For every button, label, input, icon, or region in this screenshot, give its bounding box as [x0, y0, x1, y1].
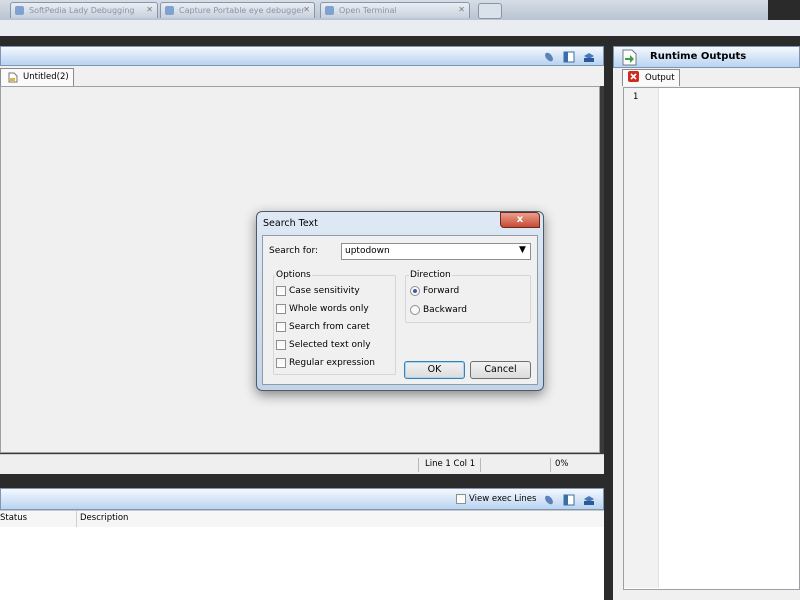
search-for-label: Search for:: [269, 246, 319, 256]
line-number: 1: [633, 92, 639, 102]
forward-label: Forward: [423, 286, 460, 296]
error-close-icon: [628, 71, 639, 82]
tab-label: Output: [645, 73, 675, 83]
direction-group: [405, 275, 531, 323]
forward-radio[interactable]: [410, 286, 420, 296]
browser-tab[interactable]: Open Terminal ✕: [320, 2, 470, 18]
runtime-outputs-title: Runtime Outputs: [650, 51, 747, 62]
editor-pane-header: [0, 46, 604, 66]
dialog-title: Search Text: [263, 218, 318, 229]
stack-icon[interactable]: [583, 494, 595, 506]
status-blank: [480, 458, 550, 472]
line-number-gutter: 1: [624, 88, 659, 588]
backward-radio[interactable]: [410, 305, 420, 315]
window-layout-icon[interactable]: [563, 51, 575, 63]
browser-tab-label: Open Terminal: [339, 6, 397, 15]
direction-group-title: Direction: [409, 270, 452, 280]
dropdown-arrow-icon[interactable]: ▼: [519, 245, 526, 255]
search-from-caret-label: Search from caret: [289, 322, 370, 332]
window-layout-icon[interactable]: [563, 494, 575, 506]
stack-icon[interactable]: [583, 51, 595, 63]
regular-expression-label: Regular expression: [289, 358, 375, 368]
document-icon: [8, 72, 18, 83]
search-from-caret-checkbox[interactable]: [276, 322, 286, 332]
regular-expression-checkbox[interactable]: [276, 358, 286, 368]
status-line: Line 1: [425, 459, 451, 469]
close-icon[interactable]: ✕: [458, 5, 465, 14]
browser-tab-label: Capture Portable eye debugger: [179, 6, 305, 15]
vertical-splitter[interactable]: [604, 36, 613, 600]
close-icon[interactable]: ✕: [303, 5, 310, 14]
horizontal-splitter[interactable]: [0, 474, 604, 488]
runtime-outputs-tab-strip: Output: [613, 68, 800, 86]
pin-icon[interactable]: [543, 51, 555, 63]
column-divider[interactable]: [76, 511, 77, 527]
view-exec-label: View exec Lines: [469, 494, 537, 504]
options-group-title: Options: [275, 270, 312, 280]
selected-text-only-checkbox[interactable]: [276, 340, 286, 350]
search-input-value: uptodown: [345, 246, 390, 256]
status-col: Col 1: [453, 459, 476, 469]
case-sensitivity-checkbox[interactable]: [276, 286, 286, 296]
page-icon: [15, 6, 24, 15]
whole-words-checkbox[interactable]: [276, 304, 286, 314]
editor-status-bar: Line 1 Col 1 0%: [0, 454, 604, 475]
status-line-col: Line 1 Col 1: [418, 458, 478, 472]
page-icon: [325, 6, 334, 15]
pin-icon[interactable]: [543, 494, 555, 506]
whole-words-label: Whole words only: [289, 304, 369, 314]
ok-button[interactable]: OK: [404, 361, 465, 379]
tab-label: Untitled(2): [23, 72, 69, 82]
editor-tab-strip: Untitled(2): [0, 66, 604, 86]
close-button[interactable]: x: [500, 212, 540, 228]
browser-tab[interactable]: Capture Portable eye debugger ✕: [160, 2, 315, 18]
tab-untitled-2[interactable]: Untitled(2): [0, 68, 74, 86]
browser-tab-strip: SoftPedia Lady Debugging ✕ Capture Porta…: [0, 0, 800, 21]
debug-table-body[interactable]: [0, 527, 604, 600]
column-header-description[interactable]: Description: [80, 513, 128, 525]
status-percent: 0%: [550, 458, 600, 472]
browser-tab-label: SoftPedia Lady Debugging: [29, 6, 135, 15]
close-icon: x: [516, 214, 524, 225]
bottom-pane-header: View exec Lines: [0, 488, 604, 510]
view-exec-checkbox[interactable]: [456, 494, 466, 504]
debug-table-header: Status Description: [0, 510, 604, 528]
selected-text-only-label: Selected text only: [289, 340, 371, 350]
page-icon: [165, 6, 174, 15]
browser-toolbar: [0, 20, 800, 37]
tab-output[interactable]: Output: [622, 69, 680, 86]
backward-label: Backward: [423, 305, 467, 315]
runtime-outputs-icon: [622, 49, 637, 66]
new-tab-button[interactable]: [478, 3, 502, 19]
window-corner: [768, 0, 800, 20]
cancel-button[interactable]: Cancel: [470, 361, 531, 379]
browser-tab[interactable]: SoftPedia Lady Debugging ✕: [10, 2, 158, 18]
close-icon[interactable]: ✕: [146, 5, 153, 14]
column-header-status[interactable]: Status: [0, 513, 27, 525]
top-splitter: [0, 36, 800, 46]
case-sensitivity-label: Case sensitivity: [289, 286, 360, 296]
